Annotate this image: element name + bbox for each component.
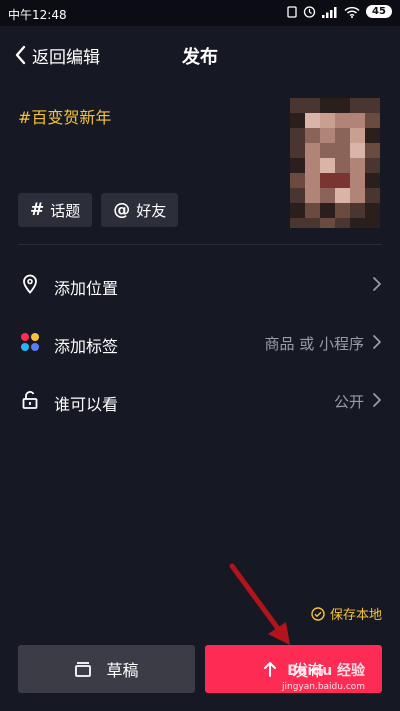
thumbnail-pixel (290, 203, 305, 218)
row-add-location[interactable]: 添加位置 (0, 256, 400, 312)
header: 返回编辑 发布 (0, 26, 400, 84)
friend-chip[interactable]: @ 好友 (101, 193, 179, 227)
thumbnail-pixel (365, 203, 380, 218)
thumbnail-pixel (365, 128, 380, 143)
thumbnail-pixel (350, 113, 365, 128)
thumbnail-pixel (290, 143, 305, 158)
topic-chip[interactable]: # 话题 (18, 193, 93, 227)
divider (18, 244, 382, 245)
thumbnail-pixel (350, 128, 365, 143)
thumbnail-pixel (350, 98, 365, 113)
video-thumbnail[interactable] (290, 98, 380, 228)
watermark-url: jingyan.baidu.com (282, 682, 366, 692)
chevron-right-icon (373, 393, 381, 407)
battery-indicator: 45 (366, 5, 392, 18)
chevron-right-icon (373, 277, 381, 291)
chevron-right-icon (373, 335, 381, 349)
thumbnail-pixel (305, 218, 320, 228)
thumbnail-pixel (365, 98, 380, 113)
annotation-arrow (229, 563, 290, 645)
thumbnail-pixel (365, 158, 380, 173)
thumbnail-pixel (335, 128, 350, 143)
thumbnail-pixel (320, 128, 335, 143)
row-label: 谁可以看 (54, 395, 119, 414)
drafts-box-icon (75, 662, 92, 677)
thumbnail-pixel (305, 128, 320, 143)
thumbnail-pixel (320, 188, 335, 203)
thumbnail-pixel (305, 188, 320, 203)
thumbnail-pixel (365, 188, 380, 203)
thumbnail-pixel (305, 158, 320, 173)
at-icon: @ (113, 200, 131, 220)
thumbnail-pixel (335, 98, 350, 113)
thumbnail-pixel (320, 98, 335, 113)
row-value: 公开 (333, 393, 364, 411)
signal-icon (322, 6, 337, 18)
thumbnail-pixel (305, 113, 320, 128)
thumbnail-pixel (335, 188, 350, 203)
alarm-icon (303, 6, 316, 18)
watermark: Baidu 经验 jingyan.baidu.com (282, 660, 365, 692)
draft-button-label: 草稿 (106, 661, 139, 680)
unlock-icon (22, 391, 38, 409)
row-visibility[interactable]: 谁可以看 公开 (0, 372, 400, 428)
topic-chip-label: 话题 (50, 201, 81, 220)
check-circle-icon (311, 606, 325, 621)
thumbnail-pixel (350, 188, 365, 203)
hashtag-icon: # (30, 200, 45, 220)
thumbnail-pixel (290, 188, 305, 203)
save-local-label: 保存本地 (329, 608, 382, 623)
chip-row: # 话题 @ 好友 (18, 193, 179, 227)
wifi-icon (344, 6, 360, 18)
thumbnail-pixel (350, 158, 365, 173)
thumbnail-pixel (320, 113, 335, 128)
thumbnail-pixel (335, 173, 350, 188)
thumbnail-pixel (335, 158, 350, 173)
row-label: 添加标签 (54, 337, 119, 356)
thumbnail-pixel (365, 143, 380, 158)
row-label: 添加位置 (54, 279, 119, 298)
thumbnail-pixel (350, 218, 365, 228)
location-pin-icon (23, 274, 37, 294)
row-add-tag[interactable]: 添加标签 商品 或 小程序 (0, 314, 400, 370)
thumbnail-pixel (305, 173, 320, 188)
draft-button[interactable]: 草稿 (18, 645, 195, 693)
thumbnail-pixel (335, 113, 350, 128)
thumbnail-pixel (320, 158, 335, 173)
status-icons: 45 (287, 5, 392, 18)
thumbnail-pixel (290, 158, 305, 173)
thumbnail-pixel (320, 218, 335, 228)
thumbnail-pixel (335, 218, 350, 228)
caption-input[interactable]: #百变贺新年 (18, 104, 111, 128)
thumbnail-pixel (320, 173, 335, 188)
notification-icon (287, 5, 297, 18)
thumbnail-pixel (305, 98, 320, 113)
tag-dots-icon (21, 333, 39, 351)
thumbnail-pixel (320, 203, 335, 218)
thumbnail-pixel (335, 203, 350, 218)
thumbnail-pixel (290, 113, 305, 128)
page-title: 发布 (182, 47, 218, 68)
thumbnail-pixel (365, 113, 380, 128)
thumbnail-pixel (290, 173, 305, 188)
row-value: 商品 或 小程序 (264, 335, 364, 353)
thumbnail-pixel (350, 143, 365, 158)
thumbnail-pixel (335, 143, 350, 158)
upload-arrow-icon (264, 662, 277, 677)
friend-chip-label: 好友 (136, 201, 167, 220)
thumbnail-pixel (290, 218, 305, 228)
thumbnail-pixel (320, 143, 335, 158)
thumbnail-pixel (350, 173, 365, 188)
status-bar: 中午12:48 45 (0, 0, 400, 26)
watermark-brand: Baidu 经验 (287, 663, 366, 679)
thumbnail-pixel (305, 203, 320, 218)
status-time: 中午12:48 (8, 8, 67, 22)
thumbnail-pixel (350, 203, 365, 218)
save-local-toggle[interactable]: 保存本地 (311, 604, 382, 623)
thumbnail-pixel (365, 218, 380, 228)
thumbnail-pixel (290, 98, 305, 113)
thumbnail-pixel (365, 173, 380, 188)
thumbnail-pixel (305, 143, 320, 158)
thumbnail-pixel (290, 128, 305, 143)
